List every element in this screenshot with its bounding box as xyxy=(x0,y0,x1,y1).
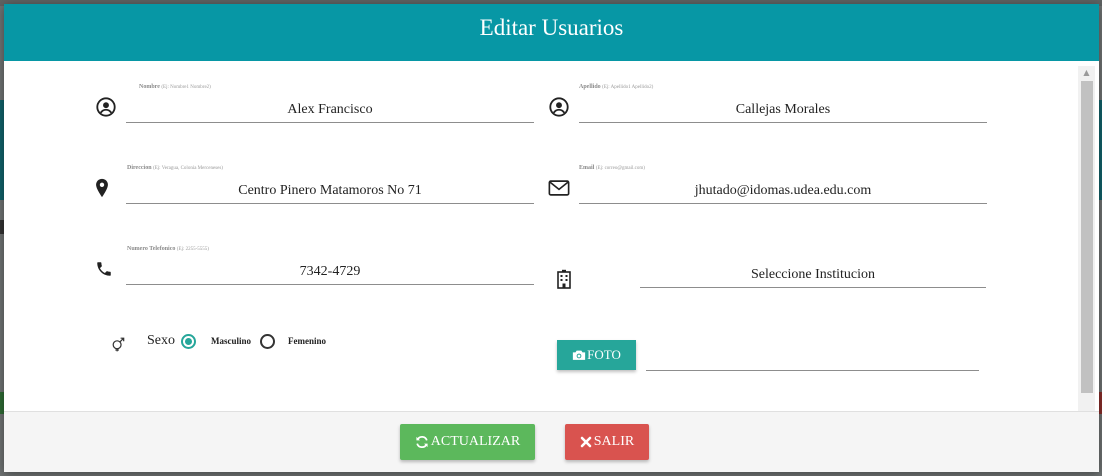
sexo-label: Sexo xyxy=(147,333,175,348)
telefono-label: Numero Telefonico (Ej: 2255-5555) xyxy=(127,246,209,252)
update-button-label: ACTUALIZAR xyxy=(430,434,521,449)
modal-footer: ACTUALIZAR SALIR xyxy=(4,411,1099,472)
modal-title: Editar Usuarios xyxy=(479,15,624,40)
telefono-hint: (Ej: 2255-5555) xyxy=(176,247,209,252)
apellido-label-text: Apellido xyxy=(579,84,601,90)
nombre-hint: (Ej: Nombre1 Nombre2) xyxy=(161,85,211,90)
update-button[interactable]: ACTUALIZAR xyxy=(400,424,535,460)
email-label-text: Email xyxy=(579,165,595,171)
map-marker-icon xyxy=(91,177,113,199)
building-icon xyxy=(553,268,575,290)
modal-scrollbar[interactable]: ▲ xyxy=(1078,66,1095,412)
phone-icon xyxy=(93,258,115,280)
foto-button[interactable]: FOTO xyxy=(557,340,636,370)
telefono-input[interactable]: 7342-4729 xyxy=(126,263,534,285)
camera-icon xyxy=(572,349,586,361)
radio-masculino[interactable] xyxy=(181,333,196,349)
apellido-input[interactable]: Callejas Morales xyxy=(579,101,987,123)
direccion-label: Direccion (Ej: Veragua, Colonia Mercenes… xyxy=(127,165,223,171)
email-hint: (Ej: correo@gmail.com) xyxy=(595,166,645,171)
envelope-icon xyxy=(548,177,570,199)
email-label: Email (Ej: correo@gmail.com) xyxy=(579,165,645,171)
apellido-hint: (Ej: Apellido1 Apellido2) xyxy=(602,85,654,90)
email-input[interactable]: jhutado@idomas.udea.edu.com xyxy=(579,182,987,204)
sexo-group: Sexo Masculino Femenino xyxy=(147,333,326,349)
scroll-up-icon[interactable]: ▲ xyxy=(1078,66,1095,80)
radio-femenino[interactable] xyxy=(260,333,276,349)
direccion-hint: (Ej: Veragua, Colonia Merceneses) xyxy=(153,166,223,171)
telefono-label-text: Numero Telefonico xyxy=(127,246,176,252)
foto-button-label: FOTO xyxy=(587,347,621,362)
close-icon xyxy=(580,436,592,448)
account-circle-icon xyxy=(548,96,570,118)
gender-icon xyxy=(107,332,129,354)
modal-header: Editar Usuarios xyxy=(4,4,1099,61)
direccion-label-text: Direccion xyxy=(127,165,152,171)
apellido-label: Apellido (Ej: Apellido1 Apellido2) xyxy=(579,84,653,90)
scrollbar-thumb[interactable] xyxy=(1081,81,1093,393)
nombre-label: Nombre (Ej: Nombre1 Nombre2) xyxy=(139,84,211,90)
refresh-icon xyxy=(415,435,429,449)
exit-button-label: SALIR xyxy=(593,434,635,449)
institucion-select[interactable]: Seleccione Institucion xyxy=(640,266,986,288)
nombre-label-text: Nombre xyxy=(139,84,160,90)
account-circle-icon xyxy=(95,96,117,118)
radio-masculino-label[interactable]: Masculino xyxy=(211,336,251,346)
direccion-input[interactable]: Centro Pinero Matamoros No 71 xyxy=(126,182,534,204)
exit-button[interactable]: SALIR xyxy=(565,424,649,460)
foto-file-path[interactable] xyxy=(646,370,979,371)
edit-user-modal: Editar Usuarios Nombre (Ej: Nombre1 Nomb… xyxy=(4,4,1099,472)
nombre-input[interactable]: Alex Francisco xyxy=(126,101,534,123)
radio-femenino-label[interactable]: Femenino xyxy=(288,336,326,346)
